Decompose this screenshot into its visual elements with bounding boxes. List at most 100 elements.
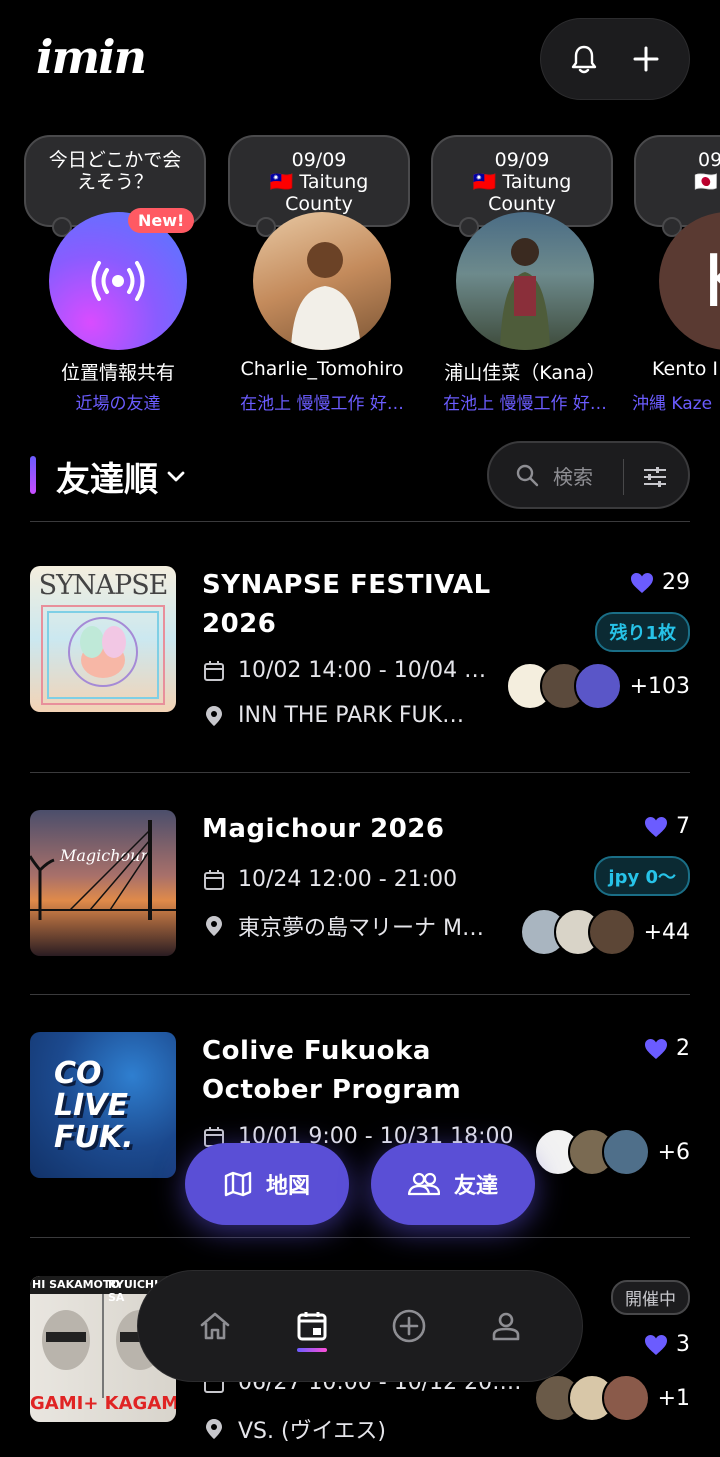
heart-icon [631,572,653,593]
add-circle-icon [392,1309,425,1343]
event-thumbnail: SYNAPSE [30,566,176,712]
bubble-date: 09/09 [291,149,347,171]
active-indicator [296,1348,327,1352]
status-badge: 開催中 [611,1280,690,1315]
story-bubble: 09 🇯🇵 Ol [634,135,720,249]
new-badge: New! [128,208,195,233]
event-datetime-row: 10/02 14:00 - 10/04 … [202,658,486,683]
friends-button[interactable]: 友達 [371,1143,535,1225]
event-card[interactable]: CO LIVE FUK. Colive Fukuoka October Prog… [30,1032,690,1212]
section-accent-bar [30,456,36,494]
nav-home[interactable] [185,1296,245,1356]
story-sub: 在池上 慢慢工作 好… [240,394,404,414]
event-location: VS. (ヴイエス) [238,1419,386,1444]
story-kento[interactable]: 09 🇯🇵 Ol K Kento I 沖縄 Kaze [610,130,720,420]
calendar-icon [297,1312,326,1341]
app-logo: imin [36,30,147,84]
search-placeholder: 検索 [553,464,593,489]
nav-create[interactable] [379,1296,439,1356]
event-thumbnail: Magichour [30,810,176,956]
bubble-place: 🇯🇵 Ol [694,171,720,193]
location-pin-icon [202,914,226,938]
nav-events[interactable] [282,1296,342,1356]
attendees[interactable]: +6 [533,1128,690,1176]
event-card[interactable]: SYNAPSE SYNAPSE FESTIVAL 2026 10/02 14:0… [30,566,690,746]
price-tag: jpy 0〜 [594,856,690,896]
section-title: 友達順 [56,460,158,500]
event-location-row: INN THE PARK FUK… [202,703,464,728]
divider [30,772,690,773]
map-button[interactable]: 地図 [185,1143,349,1225]
people-icon [407,1172,440,1196]
avatar [456,212,594,350]
attendees[interactable]: +103 [505,662,690,710]
thumb-text: SYNAPSE [38,570,169,601]
avatar-initial: K [703,239,720,323]
likes[interactable]: 29 [630,570,690,595]
likes-count: 7 [676,814,690,839]
search-input[interactable]: 検索 [487,441,690,509]
event-location: INN THE PARK FUK… [238,703,465,728]
attendee-count: +103 [629,673,690,699]
attendees[interactable]: +1 [533,1374,690,1422]
likes-count: 3 [676,1332,690,1357]
story-kana[interactable]: 09/09 🇹🇼 Taitung County 浦山佳菜（Kana） 在池上 慢… [407,130,613,420]
bubble-place: 🇹🇼 Taitung County [472,171,572,215]
profile-icon [492,1312,519,1341]
divider [30,521,690,522]
thumb-text: CO LIVE FUK. [54,1056,134,1155]
likes[interactable]: 2 [644,1036,690,1061]
heart-icon [645,1038,667,1059]
event-title: Colive Fukuoka October Program [202,1036,462,1105]
stories-row: 今日どこかで会えそう？ New! 位置情報共有 近場の友達 09/09 🇹🇼 T… [0,130,720,420]
bubble-date: 09/09 [494,149,550,171]
story-name: Charlie_Tomohiro [240,358,404,380]
attendee-avatar [587,908,636,956]
divider [30,994,690,995]
attendees[interactable]: +44 [519,908,690,956]
event-datetime: 10/02 14:00 - 10/04 … [238,658,487,683]
bubble-text: 今日どこかで会えそう？ [48,149,182,193]
search-icon [516,464,539,487]
story-sub: 在池上 慢慢工作 好… [443,394,607,414]
heart-icon [645,1334,667,1355]
likes[interactable]: 7 [644,814,690,839]
story-charlie[interactable]: 09/09 🇹🇼 Taitung County Charlie_Tomohiro… [204,130,410,420]
attendee-count: +6 [657,1139,690,1165]
avatar [253,212,391,350]
story-sub: 近場の友達 [75,394,161,414]
thumb-text-left: HI SAKAMOTO [32,1278,120,1291]
likes-count: 2 [676,1036,690,1061]
likes-count: 29 [662,570,690,595]
likes[interactable]: 3 [644,1332,690,1357]
location-pin-icon [202,704,226,728]
attendee-avatar [573,662,622,710]
attendee-avatar [601,1374,650,1422]
event-location-row: 東京夢の島マリーナ M… [202,910,484,942]
calendar-icon [202,659,226,683]
home-icon [200,1312,229,1340]
sort-dropdown[interactable]: 友達順 [56,452,186,501]
event-location: 東京夢の島マリーナ M… [238,916,484,941]
header-actions [540,18,690,100]
bubble-date: 09 [698,149,720,171]
event-thumbnail: CO LIVE FUK. [30,1032,176,1178]
story-name: Kento I [652,358,718,380]
bell-icon[interactable] [560,35,608,83]
ticket-tag: 残り1枚 [595,612,690,652]
map-icon [224,1171,252,1197]
thumb-bottom-text: GAMI+ KAGAM [30,1393,176,1414]
attendee-count: +44 [643,919,690,945]
story-name: 浦山佳菜（Kana） [444,362,606,384]
event-datetime-row: 10/24 12:00 - 21:00 [202,867,457,892]
location-pin-icon [202,1417,226,1441]
event-card[interactable]: Magichour Magichour 2026 10/24 12:00 - 2… [30,810,690,990]
divider [30,1237,690,1238]
filter-icon[interactable] [639,461,671,493]
bubble-place: 🇹🇼 Taitung County [269,171,369,215]
story-location-share[interactable]: 今日どこかで会えそう？ New! 位置情報共有 近場の友達 [0,130,206,420]
story-sub: 沖縄 Kaze [632,394,713,414]
heart-icon [645,816,667,837]
nav-profile[interactable] [476,1296,536,1356]
plus-icon[interactable] [622,35,670,83]
